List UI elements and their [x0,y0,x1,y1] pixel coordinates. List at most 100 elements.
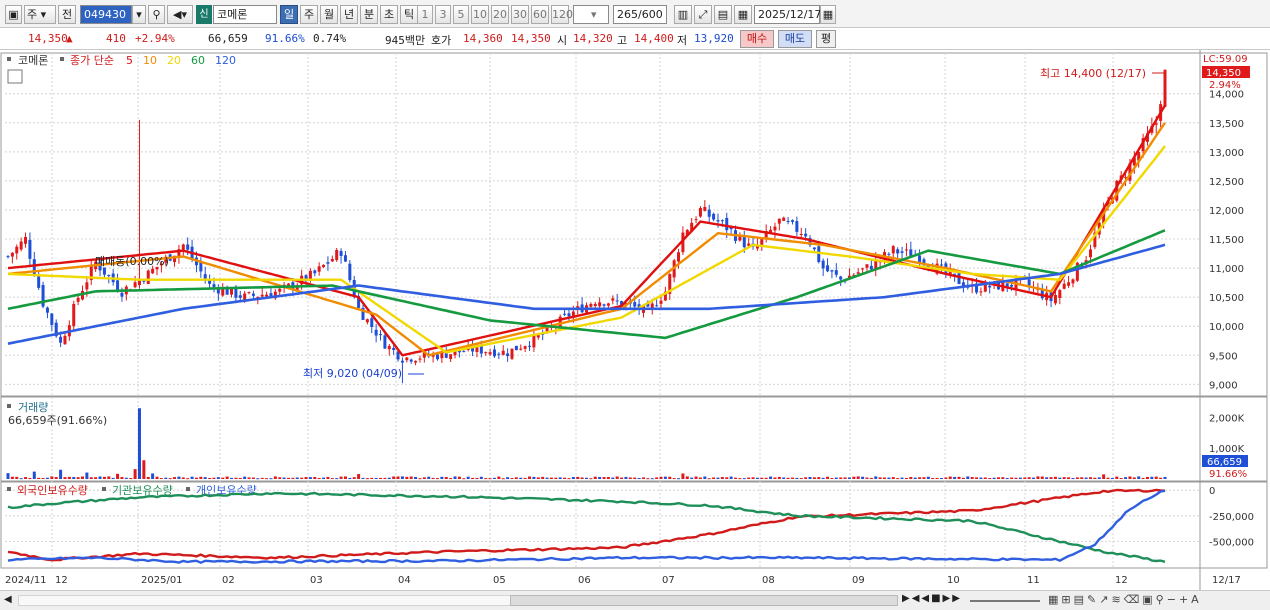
interval-tab[interactable]: 1 [417,5,433,24]
candle-body [514,345,518,351]
scroll-thumb[interactable] [510,595,898,606]
interval-tab[interactable]: 120 [551,5,573,24]
period-tab[interactable]: 일 [280,5,298,24]
chart-toolbar: ▣ 주 ▾ 전 049430 ▾ ⚲ ◀▾ 신 코메론 ▾ 265/600 ▥ … [0,0,1270,28]
prev-button[interactable]: 전 [58,5,76,24]
period-tab[interactable]: 년 [340,5,358,24]
volume-bar [1040,476,1044,479]
volume-bar [843,477,847,479]
candle-body [887,253,891,255]
candle-body [405,357,409,361]
stock-chart[interactable]: 14,000 13,500 13,000 12,500 12,000 11,500 11,0… [0,50,1270,590]
interval-tab[interactable]: 5 [453,5,469,24]
grid-icon[interactable]: ▦ [1048,593,1061,606]
volume-bar [1036,476,1040,479]
market-select[interactable]: 주 ▾ [24,5,56,24]
zoom-icon[interactable]: ⚲ [1156,593,1167,606]
candle-body [856,272,860,274]
volume-bar [878,477,882,479]
candle-body [869,265,873,270]
volume-bar [514,477,518,479]
stop-icon[interactable]: ■ [931,593,942,604]
chart-scrollbar[interactable]: ◀ ▶◀◀■▶▶ ▦⊞▤✎↗≋⌫▣⚲−+A [0,590,1270,610]
split-view-icon[interactable]: ▤ [714,5,732,24]
candle-body [598,302,602,307]
candle-body [72,303,76,327]
volume-bar [41,478,45,480]
volume-bar [821,477,825,479]
volume-bar [795,477,799,479]
interval-tab[interactable]: 30 [511,5,529,24]
volume-bar [646,478,650,480]
play-icon[interactable]: ▶ [902,593,912,604]
erase-icon[interactable]: ⌫ [1124,593,1143,606]
volume-bar [1005,477,1009,479]
candle-body [63,335,67,345]
sell-button[interactable]: 매도 [778,30,812,48]
save-icon[interactable]: ▦ [734,5,752,24]
x-axis-label: 04 [398,575,411,586]
volume-bar [265,478,269,480]
candle-body [418,358,422,360]
volume-bar [755,477,759,479]
date-input[interactable]: 2025/12/17 [754,5,821,24]
volume-bar [484,478,488,480]
zoom-slider[interactable] [970,600,1040,602]
volume-bar [830,477,834,479]
layout-icon[interactable]: ▤ [1074,593,1087,606]
volume-bar [374,477,378,479]
chart-settings-icon[interactable]: ▣ [5,5,22,24]
candle-body [286,283,290,286]
candle-body [707,209,711,217]
eval-button[interactable]: 평 [816,30,836,48]
volume-bar [173,477,177,479]
volume-bar [979,477,983,479]
stock-name-field[interactable]: 코메론 [213,5,277,24]
compare-chart-icon[interactable]: ⤢ [694,5,712,24]
trend-icon[interactable]: ↗ [1099,593,1111,606]
zoom-out-icon[interactable]: − [1167,593,1179,606]
fib-icon[interactable]: ≋ [1111,593,1123,606]
x-axis-label: 06 [578,575,591,586]
interval-tab[interactable]: 10 [471,5,489,24]
period-tab[interactable]: 주 [300,5,318,24]
interval-tab[interactable]: 20 [491,5,509,24]
volume-bar [194,477,198,479]
period-tab[interactable]: 틱 [400,5,418,24]
crosshair-icon[interactable]: ⊞ [1061,593,1073,606]
font-icon[interactable]: A [1191,593,1202,606]
volume-bar [124,477,128,479]
count-field[interactable]: 265/600 [613,5,667,24]
draw-icon[interactable]: ✎ [1087,593,1099,606]
forward-icon[interactable]: ▶▶ [943,593,962,604]
candle-body [24,236,28,244]
stock-code-input[interactable]: 049430 [80,5,132,24]
candle-body [37,275,41,288]
candle-type-icon[interactable]: ▥ [674,5,692,24]
period-tab[interactable]: 분 [360,5,378,24]
box-icon[interactable]: ▣ [1142,593,1155,606]
calendar-icon[interactable]: ▦ [820,5,836,24]
volume-bar [133,469,137,479]
candle-body [1027,279,1031,286]
rewind-icon[interactable]: ◀◀ [912,593,931,604]
candle-body [484,352,488,354]
buy-button[interactable]: 매수 [740,30,774,48]
period-tab[interactable]: 월 [320,5,338,24]
low-label: 저 [677,34,688,47]
search-icon[interactable]: ⚲ [148,5,165,24]
candle-body [830,270,834,272]
speaker-icon[interactable]: ◀▾ [167,5,193,24]
candle-body [10,252,14,257]
candle-body [523,346,527,349]
code-dropdown-icon[interactable]: ▾ [132,5,146,24]
interval-dropdown[interactable]: ▾ [573,5,609,24]
interval-tab[interactable]: 3 [435,5,451,24]
period-tab[interactable]: 초 [380,5,398,24]
holdings-tick-label: -250,000 [1209,512,1254,523]
legend-bullet [7,404,11,408]
candle-body [317,266,321,272]
interval-tab[interactable]: 60 [531,5,549,24]
zoom-in-icon[interactable]: + [1179,593,1191,606]
scroll-left-icon[interactable]: ◀ [4,594,12,605]
